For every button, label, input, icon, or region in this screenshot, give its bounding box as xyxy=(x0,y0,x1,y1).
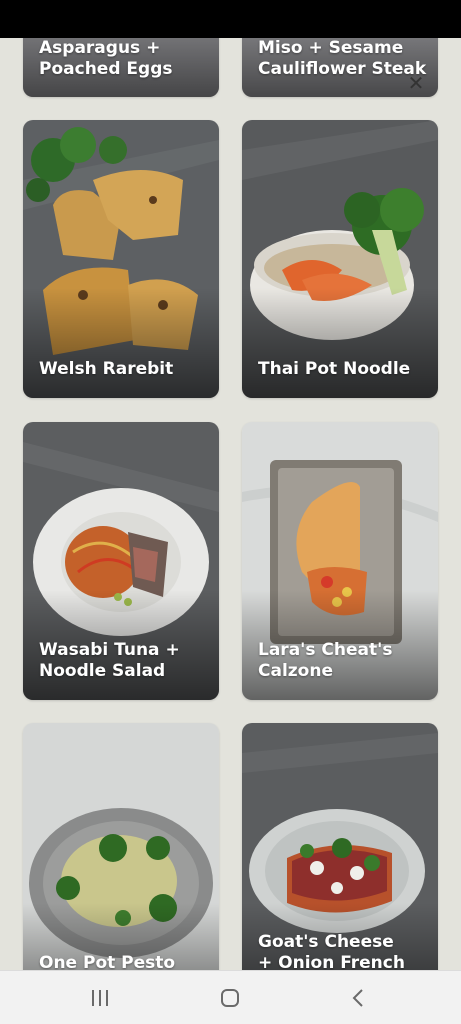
close-icon[interactable]: ✕ xyxy=(405,72,427,94)
recipe-card-one-pot-pesto-pasta[interactable]: One Pot Pesto Pasta xyxy=(23,723,219,970)
back-icon[interactable] xyxy=(338,983,378,1013)
recipe-title: Wasabi Tuna + Noodle Salad xyxy=(39,640,180,681)
system-navigation-bar xyxy=(0,970,461,1024)
status-bar xyxy=(0,0,461,38)
title-shade xyxy=(242,288,438,398)
recipe-title: One Pot Pesto Pasta xyxy=(39,953,176,970)
recipe-card-wasabi-tuna-noodle-salad[interactable]: Wasabi Tuna + Noodle Salad xyxy=(23,422,219,700)
recipe-title: Welsh Rarebit xyxy=(39,359,174,379)
recipe-card-asparagus-poached-eggs[interactable]: Asparagus + Poached Eggs xyxy=(23,38,219,97)
recipe-title: Goat's Cheese + Onion French Toast xyxy=(258,932,405,970)
recipe-card-welsh-rarebit[interactable]: Welsh Rarebit xyxy=(23,120,219,398)
recipe-title: Thai Pot Noodle xyxy=(258,359,411,379)
home-icon[interactable] xyxy=(210,983,250,1013)
recipe-card-goats-cheese-onion-french-toast[interactable]: Goat's Cheese + Onion French Toast xyxy=(242,723,438,970)
recipe-card-thai-pot-noodle[interactable]: Thai Pot Noodle xyxy=(242,120,438,398)
recipe-card-laras-cheats-calzone[interactable]: Lara's Cheat's Calzone xyxy=(242,422,438,700)
recent-apps-icon[interactable] xyxy=(80,983,120,1013)
recipe-title: Asparagus + Poached Eggs xyxy=(39,38,173,79)
recipe-grid[interactable]: Asparagus + Poached Eggs Miso + Sesame C… xyxy=(0,38,461,970)
title-shade xyxy=(23,288,219,398)
recipe-title: Lara's Cheat's Calzone xyxy=(258,640,393,681)
